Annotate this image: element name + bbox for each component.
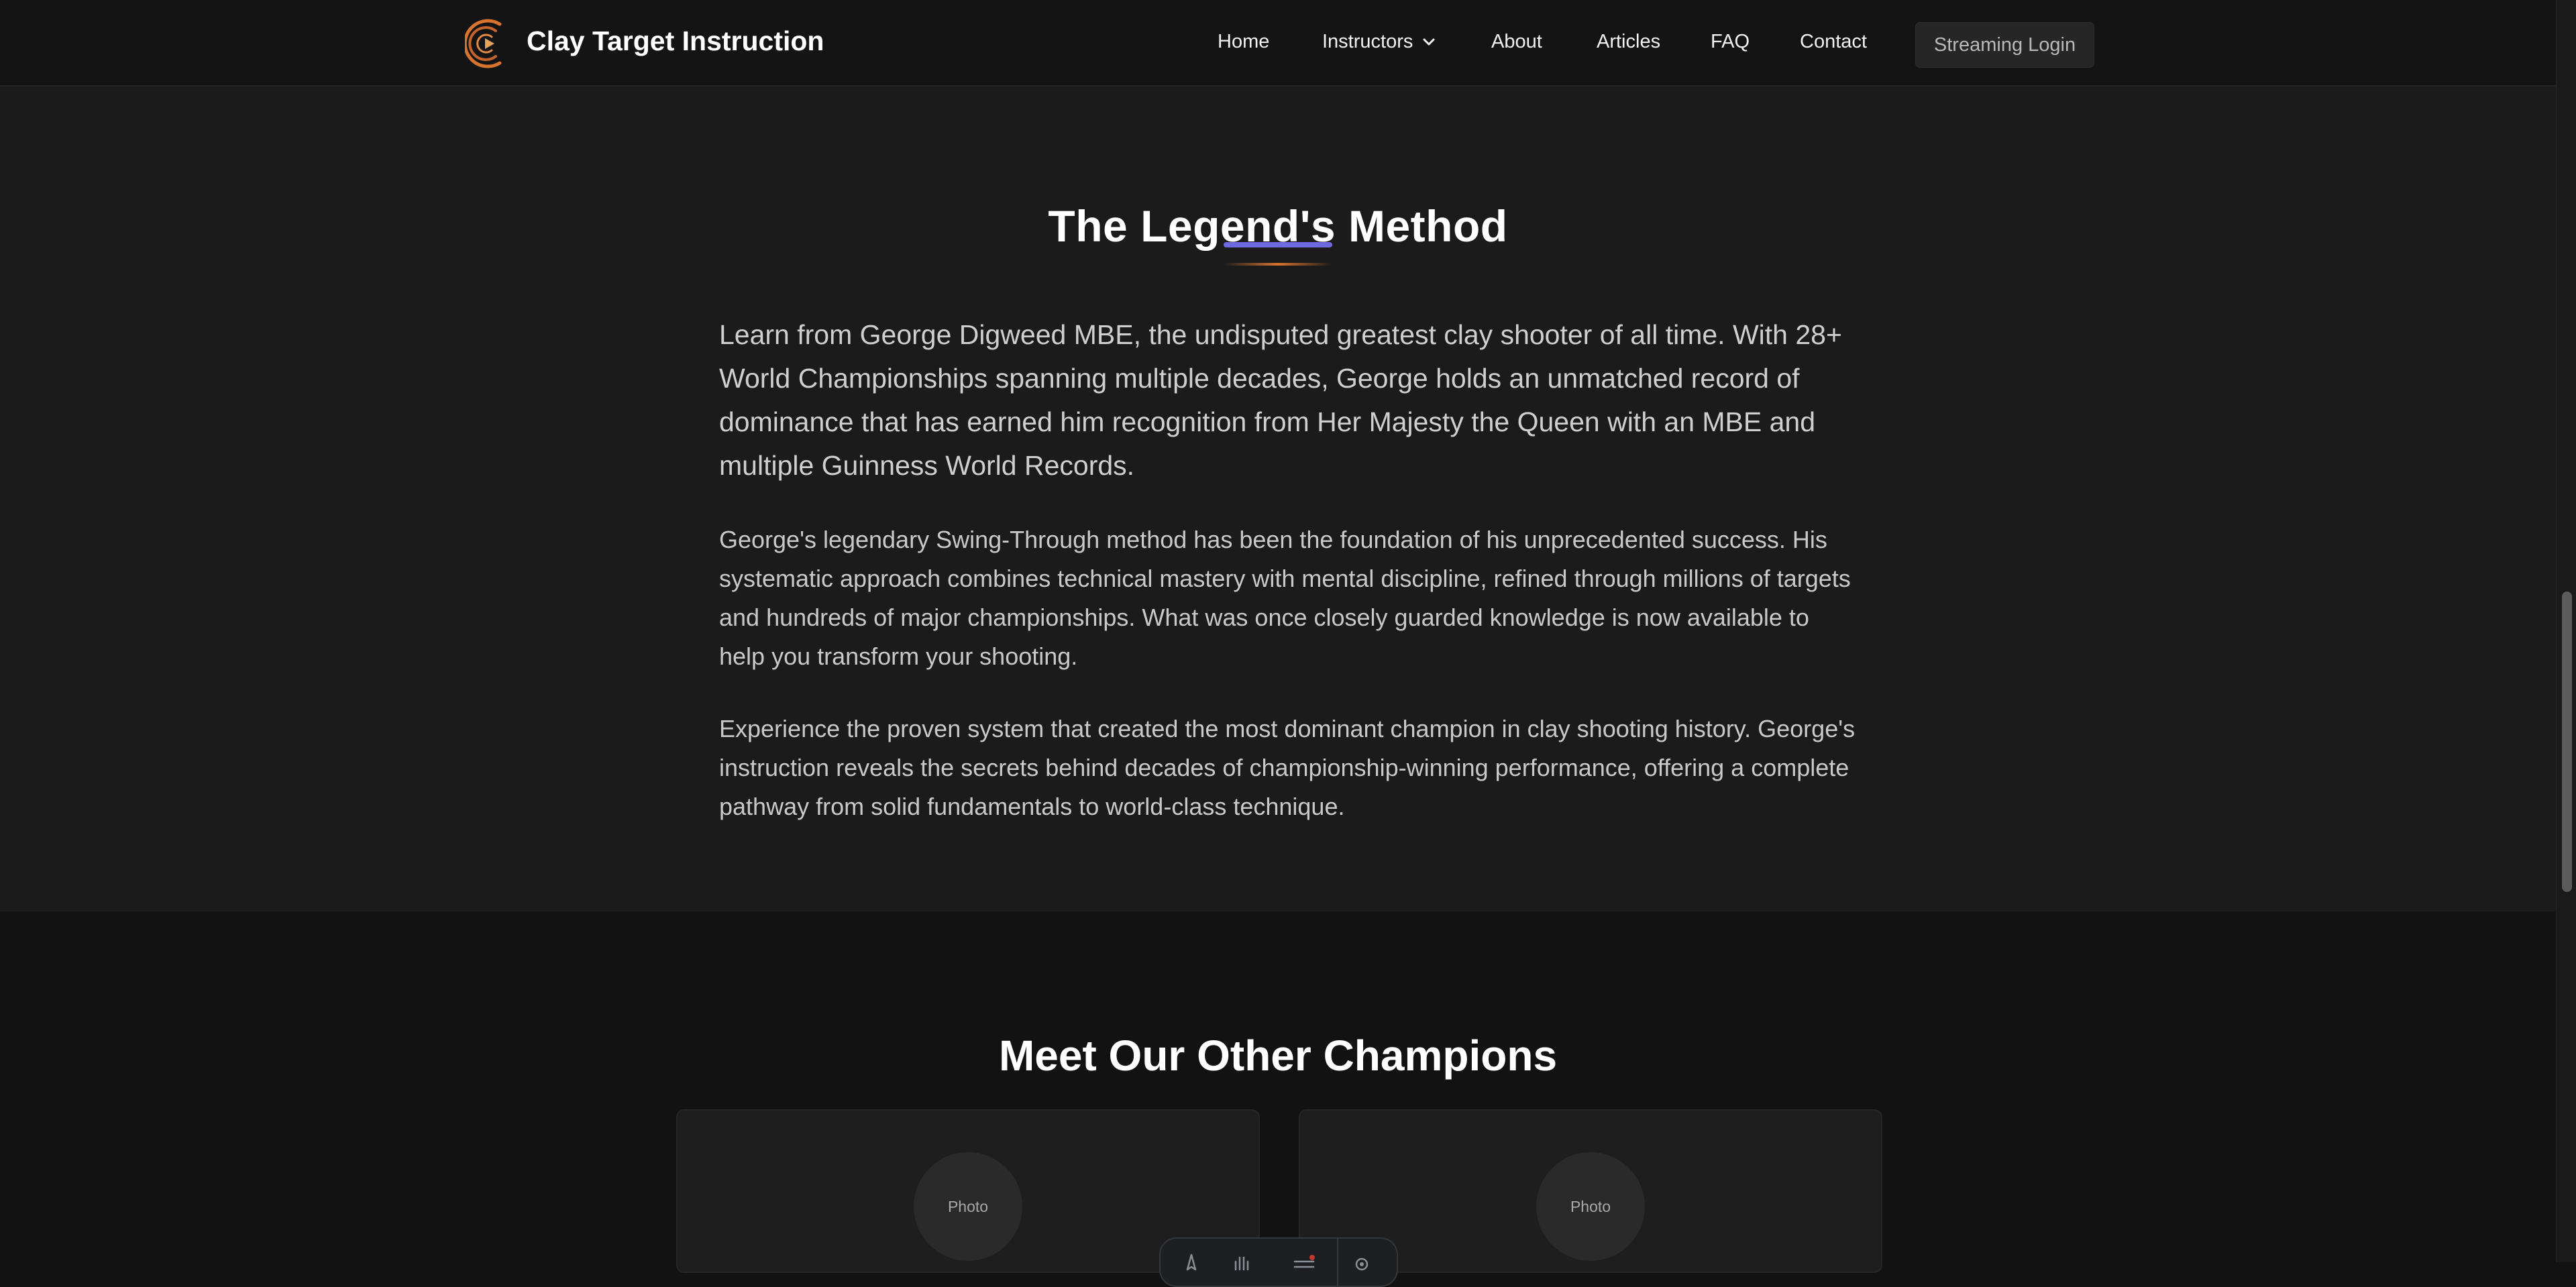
nav-instructors-label: Instructors bbox=[1322, 31, 1413, 52]
floating-dev-toolbar bbox=[1159, 1237, 1398, 1287]
clay-target-logo-icon bbox=[465, 19, 502, 68]
page-scrollbar[interactable] bbox=[2556, 0, 2576, 1262]
nav-home[interactable]: Home bbox=[1218, 31, 1269, 53]
chevron-down-icon bbox=[1423, 38, 1435, 45]
nav-instructors-dropdown[interactable]: Instructors bbox=[1322, 31, 1436, 53]
experience-paragraph: Experience the proven system that create… bbox=[719, 715, 1856, 820]
streaming-login-button[interactable]: Streaming Login bbox=[1915, 22, 2094, 68]
logo-link[interactable] bbox=[465, 16, 509, 71]
brand-name[interactable]: Clay Target Instruction bbox=[527, 25, 824, 57]
legends-method-section: The Legend's Method Learn from George Di… bbox=[0, 87, 2556, 911]
champions-title: Meet Our Other Champions bbox=[998, 1031, 1558, 1080]
title-divider-primary bbox=[1224, 242, 1332, 247]
inspect-icon[interactable] bbox=[1178, 1252, 1205, 1272]
nav-articles[interactable]: Articles bbox=[1597, 31, 1660, 53]
toolbar-divider bbox=[1337, 1239, 1338, 1286]
lead-paragraph: Learn from George Digweed MBE, the undis… bbox=[719, 319, 1842, 481]
nav-about[interactable]: About bbox=[1491, 31, 1542, 53]
champion-photo-placeholder: Photo bbox=[1536, 1152, 1645, 1261]
layers-icon[interactable] bbox=[1291, 1252, 1318, 1272]
champion-photo-placeholder: Photo bbox=[914, 1152, 1022, 1261]
nav-contact[interactable]: Contact bbox=[1800, 31, 1867, 53]
scrollbar-thumb[interactable] bbox=[2562, 592, 2572, 892]
site-header: Clay Target Instruction Home Instructors… bbox=[0, 0, 2556, 87]
settings-icon[interactable] bbox=[1348, 1252, 1375, 1272]
nav-faq[interactable]: FAQ bbox=[1711, 31, 1750, 53]
method-paragraph: George's legendary Swing-Through method … bbox=[719, 526, 1851, 670]
hand-icon[interactable] bbox=[1229, 1252, 1256, 1272]
title-divider-accent bbox=[1224, 263, 1332, 266]
